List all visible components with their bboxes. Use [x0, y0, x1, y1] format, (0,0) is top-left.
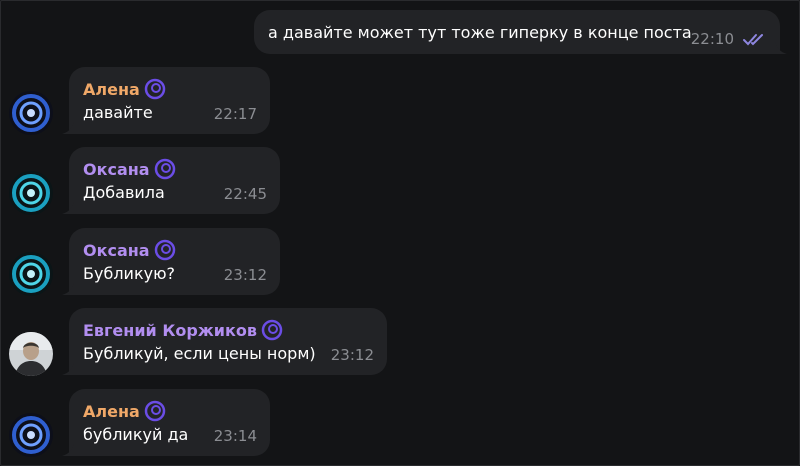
bubble-tail — [62, 363, 74, 375]
avatar-alena[interactable] — [9, 91, 53, 135]
incoming-message[interactable]: Алена бубликуй да 23:14 — [62, 389, 270, 456]
spiral-avatar-cyan-icon — [9, 252, 53, 296]
message-time: 22:17 — [213, 105, 257, 123]
message-text: бубликуй да — [83, 425, 189, 444]
avatar-oksana[interactable] — [9, 252, 53, 296]
photo-avatar-icon — [9, 332, 53, 376]
incoming-message[interactable]: Алена давайте 22:17 — [62, 67, 270, 134]
bubble-tail — [62, 283, 74, 295]
message-time: 22:45 — [223, 185, 267, 203]
verified-badge-icon — [154, 239, 175, 261]
sender-name[interactable]: Алена — [83, 78, 166, 100]
bubble-tail — [62, 444, 74, 456]
verified-badge-icon — [261, 319, 283, 341]
message-text: а давайте может тут тоже гиперку в конце… — [268, 23, 692, 42]
verified-badge-icon — [144, 400, 166, 422]
incoming-message[interactable]: Оксана Бубликую? 23:12 — [62, 228, 280, 295]
avatar-oksana[interactable] — [9, 171, 53, 215]
message-time: 22:10 — [690, 30, 734, 48]
message-time: 23:12 — [223, 266, 267, 284]
message-text: Добавила — [83, 183, 165, 202]
incoming-message[interactable]: Евгений Коржиков Бубликуй, если цены нор… — [62, 308, 387, 375]
message-text: давайте — [83, 103, 153, 122]
spiral-avatar-blue-icon — [9, 413, 53, 457]
sender-name[interactable]: Оксана — [83, 158, 176, 180]
message-text: Бубликуй, если цены норм) — [83, 344, 316, 363]
verified-badge-icon — [144, 78, 166, 100]
verified-badge-icon — [154, 158, 175, 180]
bubble-tail — [62, 122, 74, 134]
avatar-evgeniy[interactable] — [9, 332, 53, 376]
message-time: 23:14 — [213, 427, 257, 445]
spiral-avatar-cyan-icon — [9, 171, 53, 215]
spiral-avatar-blue-icon — [9, 91, 53, 135]
outgoing-message[interactable]: а давайте может тут тоже гиперку в конце… — [254, 10, 787, 54]
message-text: Бубликую? — [83, 264, 176, 283]
sender-name[interactable]: Евгений Коржиков — [83, 319, 283, 341]
sender-name[interactable]: Оксана — [83, 239, 176, 261]
message-time: 23:12 — [330, 346, 374, 364]
bubble-tail — [775, 42, 787, 54]
sender-name[interactable]: Алена — [83, 400, 166, 422]
bubble-tail — [62, 202, 74, 214]
incoming-message[interactable]: Оксана Добавила 22:45 — [62, 147, 280, 214]
double-check-icon — [743, 34, 763, 46]
avatar-alena[interactable] — [9, 413, 53, 457]
